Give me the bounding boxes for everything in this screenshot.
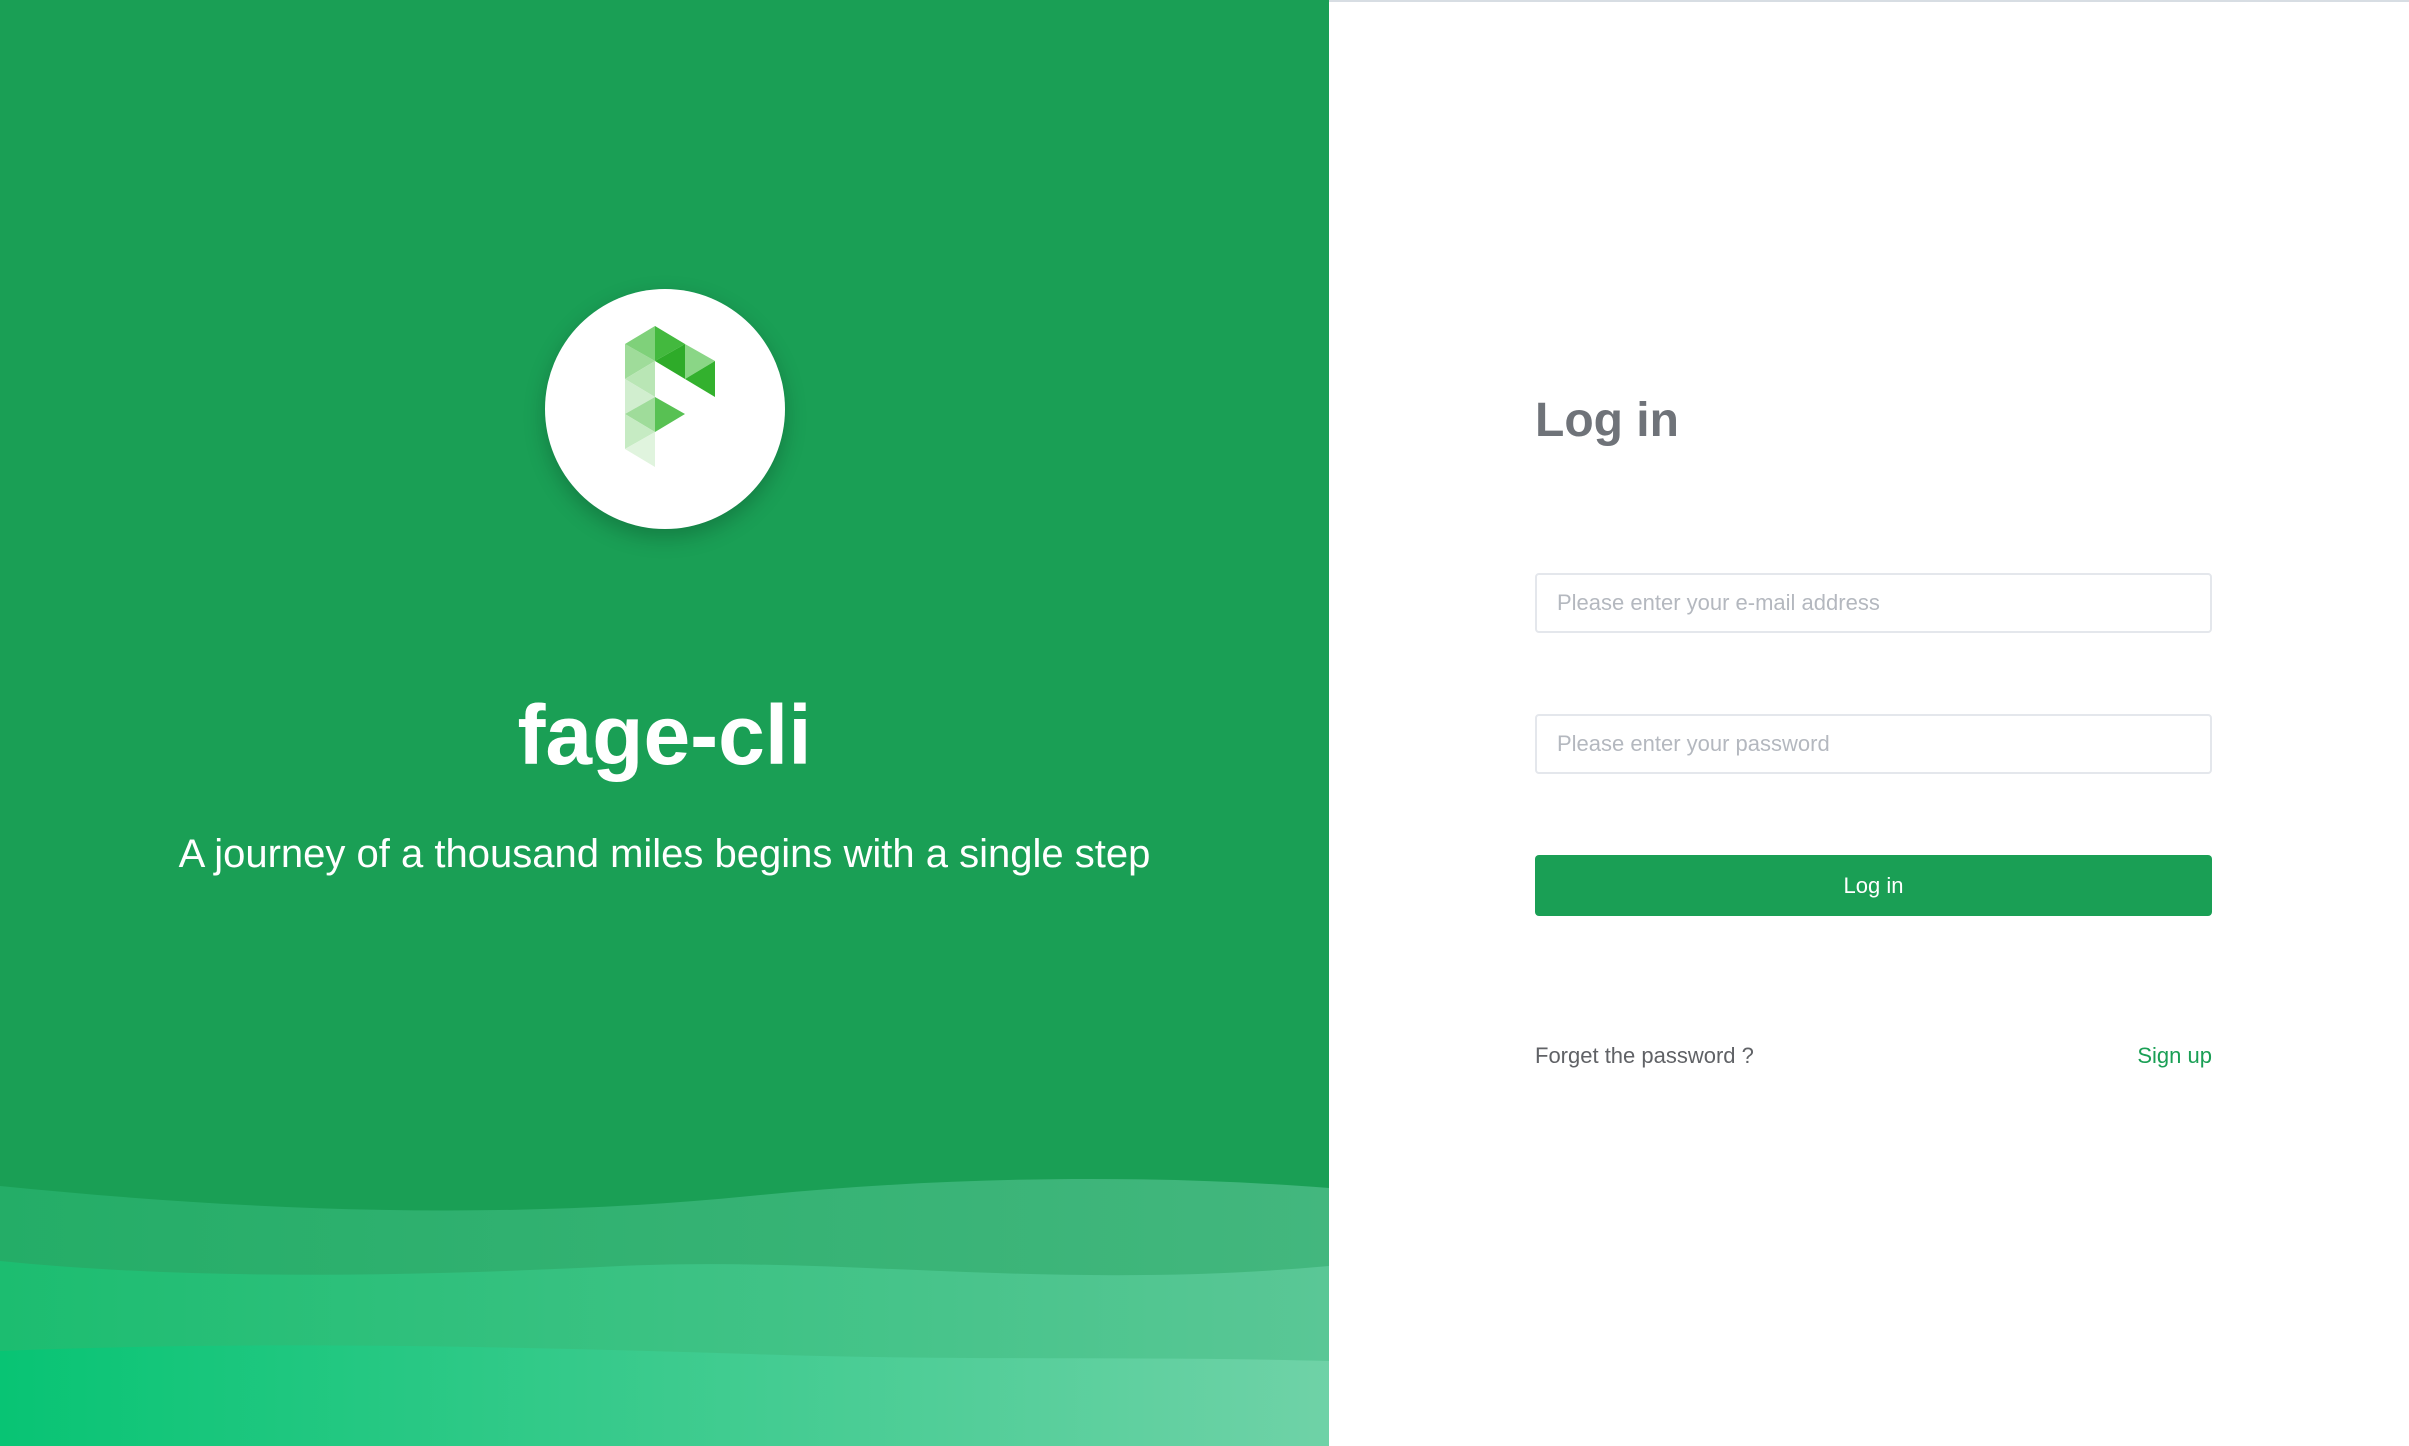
brand-name: fage-cli — [517, 688, 812, 782]
login-title: Log in — [1535, 394, 1679, 447]
forget-password-link[interactable]: Forget the password ? — [1535, 1040, 1754, 1072]
wave-decoration — [0, 1178, 1329, 1446]
email-input[interactable] — [1535, 573, 2212, 633]
password-input[interactable] — [1535, 714, 2212, 774]
logo — [545, 289, 785, 529]
brand-panel: fage-cli A journey of a thousand miles b… — [0, 0, 1329, 1446]
fage-logo-icon — [625, 326, 715, 467]
login-panel: Log in Log in Forget the password ? Sign… — [1329, 0, 2409, 1446]
brand-slogan: A journey of a thousand miles begins wit… — [178, 832, 1151, 876]
sign-up-link[interactable]: Sign up — [2137, 1040, 2212, 1072]
login-page: fage-cli A journey of a thousand miles b… — [0, 0, 2409, 1446]
login-button[interactable]: Log in — [1535, 855, 2212, 916]
